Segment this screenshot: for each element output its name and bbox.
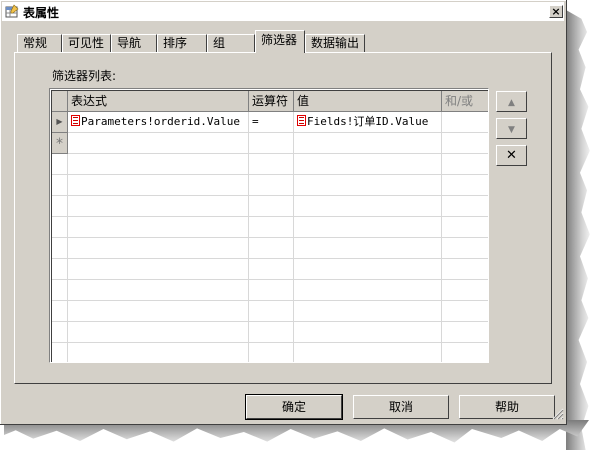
- tab-label: 导航: [117, 36, 142, 50]
- tab-filters[interactable]: 筛选器: [255, 30, 305, 53]
- new-row-asterisk-icon: *: [56, 136, 63, 152]
- cancel-button-label: 取消: [388, 400, 413, 414]
- window-title: 表属性: [23, 6, 60, 20]
- tab-general[interactable]: 常规: [17, 34, 62, 52]
- tab-data-output[interactable]: 数据输出: [305, 34, 365, 52]
- resize-grip-icon[interactable]: [550, 406, 564, 420]
- current-row-indicator: ▶: [52, 112, 68, 133]
- column-header-value[interactable]: 值: [294, 91, 442, 112]
- tab-sorting[interactable]: 排序: [157, 34, 207, 52]
- cancel-button[interactable]: 取消: [353, 395, 449, 419]
- column-header-expression[interactable]: 表达式: [68, 91, 249, 112]
- tab-groups[interactable]: 组: [207, 34, 255, 52]
- grid-corner: [52, 91, 68, 112]
- tab-label: 可见性: [68, 36, 105, 50]
- tab-label: 数据输出: [311, 36, 360, 50]
- ok-button[interactable]: 确定: [245, 394, 343, 420]
- expression-editor-icon[interactable]: [71, 115, 80, 126]
- tab-label: 筛选器: [261, 33, 298, 47]
- column-header-operator[interactable]: 运算符: [249, 91, 294, 112]
- operator-text: =: [252, 115, 259, 128]
- delete-x-icon: ✕: [506, 148, 517, 163]
- and-or-cell[interactable]: [442, 112, 488, 133]
- expression-editor-icon[interactable]: [297, 115, 306, 126]
- new-expression-cell[interactable]: [68, 133, 249, 154]
- tab-label: 排序: [163, 36, 188, 50]
- row-pointer-icon: ▶: [56, 117, 63, 126]
- filter-grid[interactable]: 表达式 运算符 值 和/或 ▶ Parameters!orderid.Value…: [49, 88, 489, 363]
- ok-button-label: 确定: [281, 400, 306, 414]
- tab-label: 常规: [23, 36, 48, 50]
- value-text: Fields!订单ID.Value: [307, 115, 429, 128]
- new-and-or-cell[interactable]: [442, 133, 488, 154]
- table-properties-icon: [5, 4, 19, 18]
- arrow-down-icon: ▼: [508, 125, 515, 135]
- tab-visibility[interactable]: 可见性: [62, 34, 111, 52]
- empty-grid-lines: [52, 154, 488, 362]
- operator-cell[interactable]: =: [249, 112, 294, 133]
- expression-text: Parameters!orderid.Value: [81, 115, 240, 128]
- new-value-cell[interactable]: [294, 133, 442, 154]
- expression-cell[interactable]: Parameters!orderid.Value: [68, 112, 249, 133]
- tab-label: 组: [213, 36, 226, 50]
- delete-filter-button[interactable]: ✕: [496, 145, 527, 166]
- move-down-button[interactable]: ▼: [496, 118, 527, 139]
- filter-list-label: 筛选器列表:: [52, 69, 117, 83]
- table-properties-dialog: 表属性 × 常规 可见性 导航 排序 组 筛选器 数据输出 筛选器列表: 表达式…: [0, 0, 567, 425]
- help-button-label: 帮助: [494, 400, 519, 414]
- arrow-up-icon: ▲: [508, 98, 515, 108]
- value-cell[interactable]: Fields!订单ID.Value: [294, 112, 442, 133]
- new-row-indicator: *: [52, 133, 68, 154]
- title-bar: 表属性 ×: [2, 2, 564, 21]
- new-operator-cell[interactable]: [249, 133, 294, 154]
- move-up-button[interactable]: ▲: [496, 91, 527, 112]
- close-icon: ×: [551, 5, 561, 18]
- close-button[interactable]: ×: [549, 5, 563, 18]
- help-button[interactable]: 帮助: [459, 395, 555, 419]
- torn-shadow-right: [566, 10, 590, 450]
- tab-navigation[interactable]: 导航: [111, 34, 157, 52]
- column-header-and-or: 和/或: [442, 91, 488, 112]
